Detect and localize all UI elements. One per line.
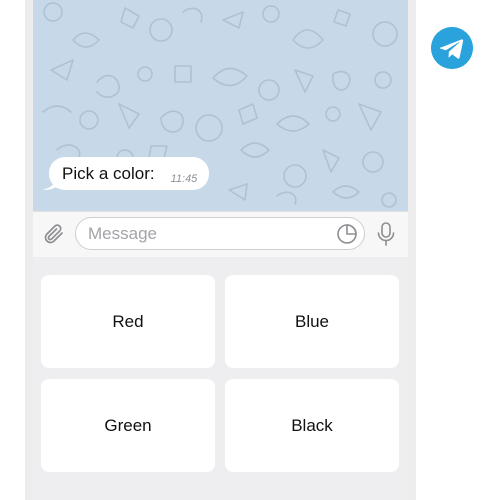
paperclip-icon[interactable] (42, 222, 68, 248)
telegram-logo-icon (431, 27, 473, 69)
message-text: Pick a color: (62, 163, 155, 183)
keyboard-button-green[interactable]: Green (41, 379, 215, 472)
bubble-tail (42, 176, 56, 190)
message-input[interactable] (88, 218, 318, 249)
sticker-icon[interactable] (336, 223, 358, 245)
message-input-field[interactable] (75, 217, 365, 250)
reply-keyboard: Red Blue Green Black (33, 257, 408, 500)
keyboard-button-red[interactable]: Red (41, 275, 215, 368)
keyboard-button-black[interactable]: Black (225, 379, 399, 472)
keyboard-button-blue[interactable]: Blue (225, 275, 399, 368)
phone-frame: Pick a color: 11:45 Red (25, 0, 416, 500)
microphone-icon[interactable] (374, 221, 398, 247)
message-composer (33, 211, 408, 257)
message-time: 11:45 (170, 172, 198, 185)
message-bubble[interactable]: Pick a color: 11:45 (42, 157, 210, 190)
chat-screen: Pick a color: 11:45 Red (33, 0, 408, 500)
chat-history[interactable]: Pick a color: 11:45 (33, 0, 408, 211)
